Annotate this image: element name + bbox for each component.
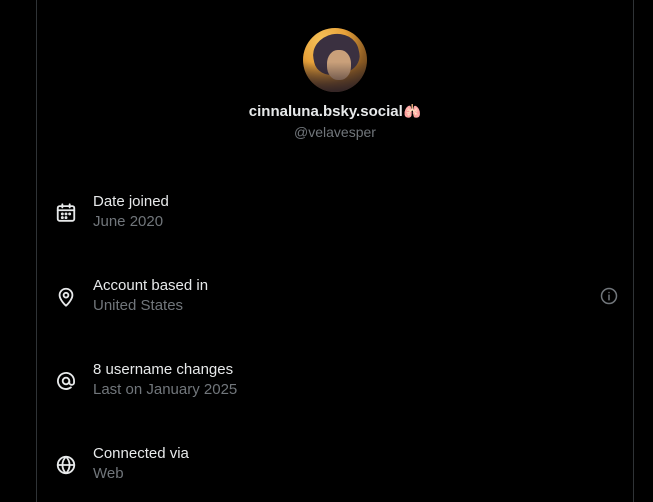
location-pin-icon — [55, 286, 77, 308]
row-date-joined: Date joined June 2020 — [37, 192, 633, 236]
row-value: June 2020 — [93, 213, 164, 230]
row-title: Date joined — [93, 193, 169, 210]
profile-header: cinnaluna.bsky.social🫁 @velavesper — [37, 28, 633, 141]
row-value: Last on January 2025 — [93, 381, 238, 398]
row-title: Account based in — [93, 277, 209, 294]
info-icon[interactable] — [599, 286, 619, 306]
row-account-based-in: Account based in United States — [37, 276, 633, 320]
row-value: United States — [93, 297, 184, 314]
user-handle: @velavesper — [294, 124, 376, 140]
row-value: Web — [93, 465, 124, 482]
display-name-text: cinnaluna.bsky.social — [248, 103, 403, 120]
page: cinnaluna.bsky.social🫁 @velavesper Date … — [0, 0, 653, 502]
about-account-panel: cinnaluna.bsky.social🫁 @velavesper Date … — [36, 0, 634, 502]
calendar-icon — [55, 202, 77, 224]
globe-icon — [55, 454, 77, 476]
display-name: cinnaluna.bsky.social🫁 — [37, 101, 633, 122]
lungs-emoji: 🫁 — [403, 103, 422, 119]
row-title: 8 username changes — [93, 361, 234, 378]
row-username-changes: 8 username changes Last on January 2025 — [37, 360, 633, 404]
avatar[interactable] — [303, 28, 367, 92]
at-sign-icon — [55, 370, 77, 392]
row-connected-via: Connected via Web — [37, 444, 633, 488]
row-title: Connected via — [93, 445, 189, 462]
